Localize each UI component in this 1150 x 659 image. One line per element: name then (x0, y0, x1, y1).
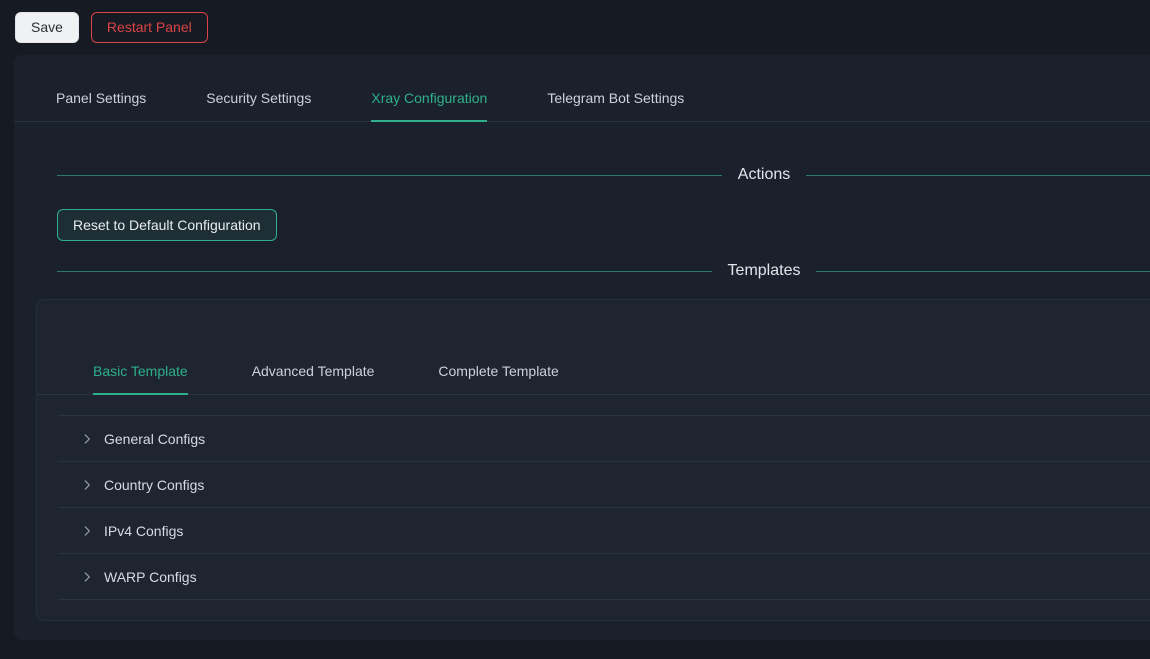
accordion-item-label: General Configs (104, 431, 205, 447)
chevron-right-icon (80, 478, 94, 492)
chevron-right-icon (80, 432, 94, 446)
restart-panel-button[interactable]: Restart Panel (91, 12, 208, 43)
tab-panel-settings[interactable]: Panel Settings (56, 87, 146, 122)
save-button[interactable]: Save (15, 12, 79, 43)
templates-divider: Templates (57, 259, 1150, 283)
settings-card: Panel Settings Security Settings Xray Co… (14, 55, 1150, 640)
divider-line (816, 271, 1150, 272)
accordion-item-label: WARP Configs (104, 569, 197, 585)
tab-telegram-bot-settings[interactable]: Telegram Bot Settings (547, 87, 684, 122)
templates-card: Basic Template Advanced Template Complet… (36, 299, 1150, 621)
tab-complete-template[interactable]: Complete Template (438, 360, 558, 395)
tab-basic-template[interactable]: Basic Template (93, 360, 188, 395)
reset-default-configuration-button[interactable]: Reset to Default Configuration (57, 209, 277, 241)
accordion-item-ipv4-configs[interactable]: IPv4 Configs (58, 508, 1150, 554)
accordion-item-country-configs[interactable]: Country Configs (58, 462, 1150, 508)
divider-line (806, 175, 1150, 176)
settings-tab-bar: Panel Settings Security Settings Xray Co… (14, 55, 1150, 122)
template-tab-bar: Basic Template Advanced Template Complet… (37, 300, 1150, 395)
tab-xray-configuration[interactable]: Xray Configuration (371, 87, 487, 122)
divider-line (57, 175, 722, 176)
accordion-item-general-configs[interactable]: General Configs (58, 416, 1150, 462)
accordion-item-warp-configs[interactable]: WARP Configs (58, 554, 1150, 600)
actions-divider-title: Actions (738, 166, 790, 184)
chevron-right-icon (80, 524, 94, 538)
templates-divider-title: Templates (728, 262, 801, 280)
top-toolbar: Save Restart Panel (0, 0, 1150, 55)
actions-divider: Actions (57, 163, 1150, 187)
divider-line (57, 271, 712, 272)
tab-advanced-template[interactable]: Advanced Template (252, 360, 375, 395)
xray-configuration-section: Actions Reset to Default Configuration T… (57, 163, 1150, 283)
tab-security-settings[interactable]: Security Settings (206, 87, 311, 122)
accordion-item-label: IPv4 Configs (104, 523, 183, 539)
template-config-accordion: General Configs Country Configs IPv4 Con… (58, 415, 1150, 600)
accordion-item-label: Country Configs (104, 477, 204, 493)
chevron-right-icon (80, 570, 94, 584)
